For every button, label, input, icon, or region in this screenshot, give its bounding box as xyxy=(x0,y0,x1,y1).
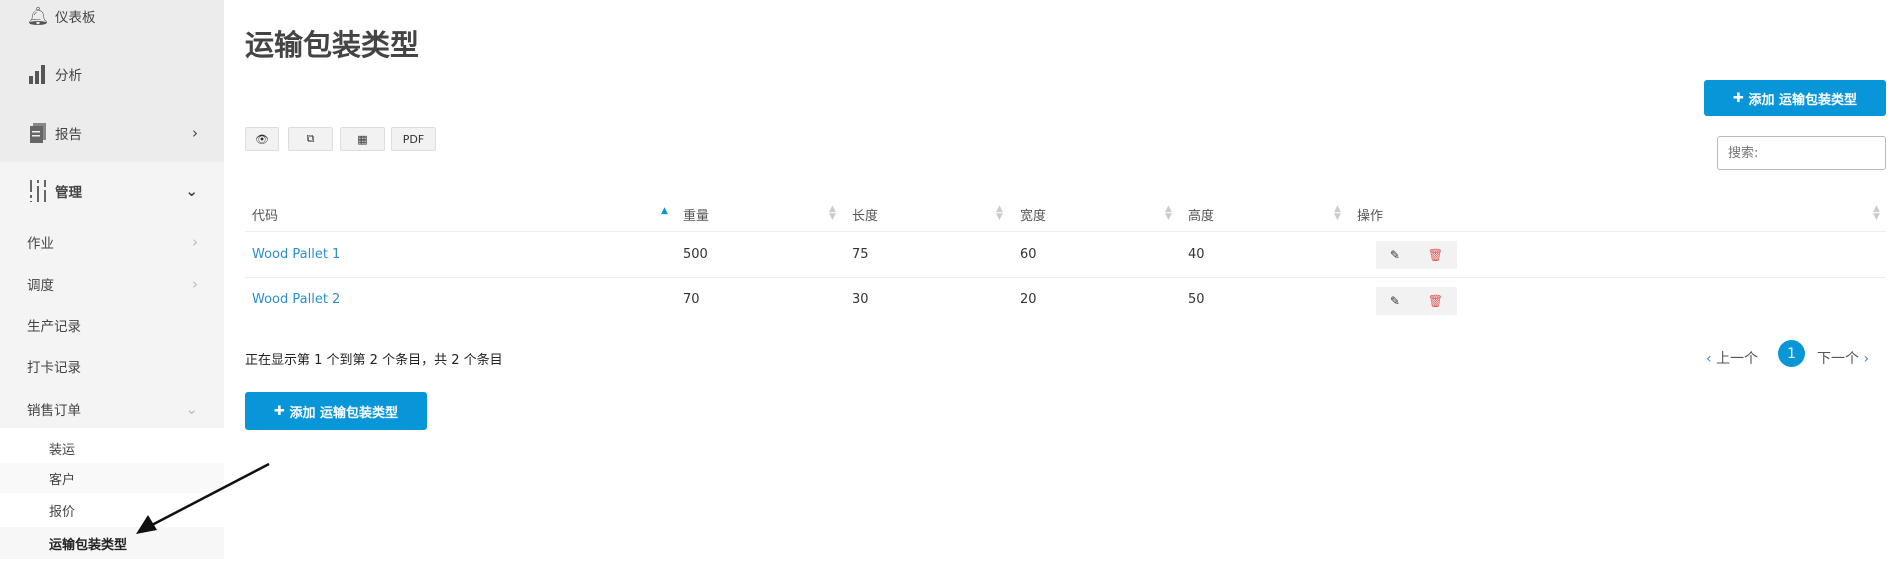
excel-button[interactable]: ▦ xyxy=(340,127,385,151)
sidebar-item-label: 客户 xyxy=(49,472,76,488)
table-cell-height: 40 xyxy=(1188,247,1205,262)
edit-icon[interactable]: ✎ xyxy=(1390,294,1400,308)
column-header-actions[interactable]: 操作 xyxy=(1357,205,1383,224)
annotation-arrow xyxy=(136,462,270,534)
sort-icon: ▲ ▼ xyxy=(1873,204,1880,222)
chevron-down-icon: ⌄ xyxy=(185,400,198,418)
column-header-length[interactable]: 长度 xyxy=(852,205,878,224)
divider xyxy=(245,231,1886,232)
plus-icon: ✚ xyxy=(274,403,290,419)
sidebar-item-label: 销售订单 xyxy=(27,403,81,419)
column-header-code[interactable]: 代码 xyxy=(252,205,278,224)
edit-icon[interactable]: ✎ xyxy=(1390,248,1400,262)
sidebar-item-reports[interactable]: 报告 › xyxy=(0,121,224,145)
row-actions: ✎ 🗑︎ xyxy=(1376,287,1457,315)
row-actions: ✎ 🗑︎ xyxy=(1376,241,1457,269)
sidebar-item-scheduling[interactable]: 调度 › xyxy=(0,273,224,295)
add-package-type-button-top[interactable]: ✚ 添加 运输包装类型 xyxy=(1704,80,1886,116)
table-cell-weight: 500 xyxy=(683,247,708,262)
search-input[interactable] xyxy=(1717,136,1886,170)
sliders-icon xyxy=(27,180,49,202)
add-package-type-button-bottom[interactable]: ✚ 添加 运输包装类型 xyxy=(245,392,427,430)
sidebar-item-label: 作业 xyxy=(27,236,54,252)
table-cell-width: 60 xyxy=(1020,247,1037,262)
button-label: 添加 运输包装类型 xyxy=(1748,92,1857,108)
divider xyxy=(245,277,1886,278)
sidebar-item-label: 运输包装类型 xyxy=(49,537,128,553)
sort-icon: ▲ ▼ xyxy=(996,204,1003,222)
sidebar-item-sales-orders[interactable]: 销售订单 ⌄ xyxy=(0,398,224,420)
trash-icon[interactable]: 🗑︎ xyxy=(1428,248,1443,262)
pdf-button[interactable]: PDF xyxy=(391,127,436,151)
sort-icon: ▲ ▼ xyxy=(829,204,836,222)
chevron-left-icon: ‹ xyxy=(1706,351,1717,367)
sort-icon: ▲ ▼ xyxy=(1334,204,1341,222)
table-icon: ▦ xyxy=(357,132,368,146)
table-cell-length: 30 xyxy=(852,292,869,307)
table-row-code-link[interactable]: Wood Pallet 1 xyxy=(252,247,340,262)
sidebar-item-analytics[interactable]: 分析 xyxy=(0,62,224,86)
sidebar-item-jobs[interactable]: 作业 › xyxy=(0,231,224,253)
table-cell-height: 50 xyxy=(1188,292,1205,307)
copy-button[interactable]: ⧉ xyxy=(288,127,333,151)
column-header-width[interactable]: 宽度 xyxy=(1020,205,1046,224)
table-info: 正在显示第 1 个到第 2 个条目，共 2 个条目 xyxy=(245,353,503,368)
page-title: 运输包装类型 xyxy=(245,28,420,62)
bar-chart-icon xyxy=(27,63,49,85)
plus-icon: ✚ xyxy=(1733,90,1749,106)
pagination-label: 下一个 xyxy=(1817,351,1859,367)
sidebar-subitem-customers[interactable]: 客户 xyxy=(0,463,224,493)
sidebar-item-clock-records[interactable]: 打卡记录 xyxy=(0,355,224,377)
column-visibility-button[interactable]: 👁︎ xyxy=(245,127,279,151)
chevron-right-icon: › xyxy=(192,275,198,293)
chevron-down-icon: ⌄ xyxy=(185,182,198,200)
trash-icon[interactable]: 🗑︎ xyxy=(1428,294,1443,308)
sidebar-item-label: 打卡记录 xyxy=(27,360,81,376)
chevron-right-icon: › xyxy=(192,124,198,142)
sidebar-item-dashboard[interactable]: 🔔︎ 仪表板 xyxy=(0,4,224,28)
table-cell-length: 75 xyxy=(852,247,869,262)
column-header-weight[interactable]: 重量 xyxy=(683,205,709,224)
sort-asc-icon: ▲ xyxy=(661,206,668,216)
table-cell-width: 20 xyxy=(1020,292,1037,307)
column-header-height[interactable]: 高度 xyxy=(1188,205,1214,224)
sidebar-item-label: 报价 xyxy=(49,504,76,520)
sidebar-item-label: 分析 xyxy=(55,68,82,84)
chevron-right-icon: › xyxy=(1859,351,1870,367)
sidebar-item-label: 仪表板 xyxy=(55,10,96,26)
sidebar-subitem-shipments[interactable]: 装运 xyxy=(0,436,224,460)
chevron-right-icon: › xyxy=(192,233,198,251)
pagination-label: 上一个 xyxy=(1716,351,1759,367)
sort-icon: ▲ ▼ xyxy=(1165,204,1172,222)
sidebar-item-label: 报告 xyxy=(55,127,82,143)
pagination-page-1[interactable]: 1 xyxy=(1778,340,1805,367)
sidebar-item-label: 调度 xyxy=(27,278,54,294)
sidebar-item-label: 生产记录 xyxy=(27,319,81,335)
sidebar-subitem-transport-package-types[interactable]: 运输包装类型 xyxy=(0,527,224,559)
sidebar-subitem-quotes[interactable]: 报价 xyxy=(0,497,224,523)
report-icon xyxy=(27,122,49,144)
sidebar-item-label: 装运 xyxy=(49,442,76,458)
table-cell-weight: 70 xyxy=(683,292,700,307)
pagination-next[interactable]: 下一个 › xyxy=(1817,348,1869,368)
button-label: PDF xyxy=(402,132,425,146)
sidebar-item-production-records[interactable]: 生产记录 xyxy=(0,314,224,336)
bell-icon: 🔔︎ xyxy=(26,5,50,27)
table-row-code-link[interactable]: Wood Pallet 2 xyxy=(252,292,340,307)
eye-icon: 👁︎ xyxy=(255,132,269,146)
button-label: 添加 运输包装类型 xyxy=(289,405,398,421)
sidebar-item-label: 管理 xyxy=(55,185,82,201)
pagination-prev[interactable]: ‹ 上一个 xyxy=(1706,348,1758,368)
copy-icon: ⧉ xyxy=(306,132,315,145)
sidebar-item-management[interactable]: 管理 ⌄ xyxy=(0,179,224,203)
